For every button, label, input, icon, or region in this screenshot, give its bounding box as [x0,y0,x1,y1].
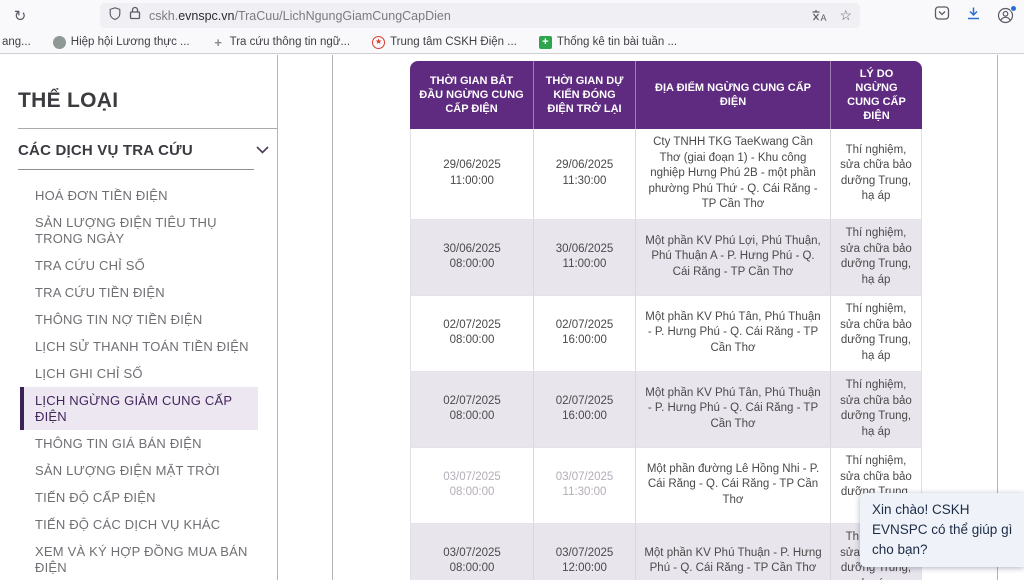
bookmark-item[interactable]: + Tra cứu thông tin ngữ... [212,36,350,49]
sidebar-item[interactable]: TRA CỨU CHỈ SỐ [35,252,258,279]
cell-start-time: 03/07/202508:00:00 [411,448,533,523]
green-plus-icon: + [539,36,552,49]
cell-end-time: 03/07/202512:00:00 [533,524,635,580]
sidebar-gap-column [278,55,333,580]
cell-location: Một phần KV Phú Tân, Phú Thuận - P. Hưng… [635,296,830,371]
url-text[interactable]: cskh.evnspc.vn/TraCuu/LichNgungGiamCungC… [149,9,803,23]
outage-schedule-table: THỜI GIAN BẮT ĐẦU NGỪNG CUNG CẤP ĐIỆN TH… [410,61,922,580]
table-row: 02/07/202508:00:00 02/07/202516:00:00 Mộ… [411,296,921,372]
bookmarks-bar: ang... Hiệp hội Lương thực ... + Tra cứu… [0,31,1024,53]
cell-end-time: 29/06/202511:30:00 [533,129,635,219]
bookmark-star-icon[interactable]: ☆ [839,7,852,24]
table-row: 30/06/202508:00:00 30/06/202511:00:00 Mộ… [411,220,921,296]
sidebar-item[interactable]: THÔNG TIN NỢ TIỀN ĐIỆN [35,306,258,333]
address-bar-row: ↻ cskh.evnspc.vn/TraCuu/LichNgungGiamCun… [0,0,1024,31]
sidebar-item[interactable]: TIẾN ĐỘ CÁC DỊCH VỤ KHÁC [35,511,258,538]
account-icon[interactable] [997,7,1014,24]
divider [18,169,254,170]
sidebar-item[interactable]: LỊCH GHI CHỈ SỐ [35,360,258,387]
cell-start-time: 02/07/202508:00:00 [411,372,533,447]
account-notification-dot [1010,5,1017,12]
table-header-reason: LÝ DO NGỪNG CUNG CẤP ĐIỆN [830,61,922,129]
sidebar-item[interactable]: HOÁ ĐƠN TIỀN ĐIỆN [35,182,258,209]
cell-location: Cty TNHH TKG TaeKwang Cần Thơ (giai đoạn… [635,129,830,219]
main-content: THỜI GIAN BẮT ĐẦU NGỪNG CUNG CẤP ĐIỆN TH… [333,55,1024,580]
translate-icon[interactable]: A [811,9,827,23]
sidebar-item[interactable]: TRA CỨU TIỀN ĐIỆN [35,279,258,306]
bookmark-item[interactable]: + Thống kê tin bài tuần ... [539,36,677,49]
table-header-start-time: THỜI GIAN BẮT ĐẦU NGỪNG CUNG CẤP ĐIỆN [410,61,533,129]
sidebar-item[interactable]: SẢN LƯỢNG ĐIỆN MẶT TRỜI [35,457,258,484]
svg-text:A: A [821,13,827,23]
cell-end-time: 03/07/202511:30:00 [533,448,635,523]
table-header-location: ĐỊA ĐIỂM NGỪNG CUNG CẤP ĐIỆN [635,61,830,129]
cell-start-time: 02/07/202508:00:00 [411,296,533,371]
bookmark-item[interactable]: ★ Trung tâm CSKH Điện ... [372,36,517,49]
table-row: 29/06/202511:00:00 29/06/202511:30:00 Ct… [411,129,921,220]
cell-end-time: 02/07/202516:00:00 [533,372,635,447]
cell-start-time: 30/06/202508:00:00 [411,220,533,295]
app-window: ↻ cskh.evnspc.vn/TraCuu/LichNgungGiamCun… [0,0,1024,580]
sidebar-item[interactable]: SẢN LƯỢNG ĐIỆN TIÊU THỤ TRONG NGÀY [35,209,258,252]
sidebar-section-toggle[interactable]: CÁC DỊCH VỤ TRA CỨU [18,129,277,159]
browser-chrome: ↻ cskh.evnspc.vn/TraCuu/LichNgungGiamCun… [0,0,1024,54]
evn-icon: ★ [372,36,385,49]
url-bar[interactable]: cskh.evnspc.vn/TraCuu/LichNgungGiamCungC… [100,3,860,28]
download-icon[interactable] [966,6,981,26]
cell-reason: Thí nghiệm, sửa chữa bảo dưỡng Trung, hạ… [830,129,921,219]
sidebar-item[interactable]: LỊCH SỬ THANH TOÁN TIỀN ĐIỆN [35,333,258,360]
sidebar-nav: HOÁ ĐƠN TIỀN ĐIỆNSẢN LƯỢNG ĐIỆN TIÊU THỤ… [18,182,258,580]
cell-reason: Thí nghiệm, sửa chữa bảo dưỡng Trung, hạ… [830,220,921,295]
cell-location: Một phần KV Phú Thuận - P. Hưng Phú - Q.… [635,524,830,580]
table-row: 03/07/202508:00:00 03/07/202511:30:00 Mộ… [411,448,921,524]
sidebar-item[interactable]: XEM VÀ KÝ HỢP ĐỒNG MUA BÁN ĐIỆN [35,538,258,580]
sidebar-title: THỂ LOẠI [18,89,277,113]
table-body: 29/06/202511:00:00 29/06/202511:30:00 Ct… [410,129,922,580]
cell-location: Một phần KV Phú Tân, Phú Thuận - P. Hưng… [635,372,830,447]
cell-start-time: 29/06/202511:00:00 [411,129,533,219]
table-header-row: THỜI GIAN BẮT ĐẦU NGỪNG CUNG CẤP ĐIỆN TH… [410,61,922,129]
cell-end-time: 30/06/202511:00:00 [533,220,635,295]
table-row: 03/07/202508:00:00 03/07/202512:00:00 Mộ… [411,524,921,580]
table-header-end-time: THỜI GIAN DỰ KIẾN ĐÓNG ĐIỆN TRỞ LẠI [533,61,635,129]
shield-icon[interactable] [108,6,122,26]
sidebar-item[interactable]: TIẾN ĐỘ CẤP ĐIỆN [35,484,258,511]
cell-location: Một phần đường Lê Hồng Nhi - P. Cái Răng… [635,448,830,523]
cell-reason: Thí nghiệm, sửa chữa bảo dưỡng Trung, hạ… [830,296,921,371]
table-row: 02/07/202508:00:00 02/07/202516:00:00 Mộ… [411,372,921,448]
chat-greeting-bubble[interactable]: Xin chào! CSKH EVNSPC có thể giúp gì cho… [860,493,1024,567]
sidebar-item[interactable]: THÔNG TIN GIÁ BÁN ĐIỆN [35,430,258,457]
reload-button[interactable]: ↻ [6,4,34,28]
globe-icon [53,36,66,49]
sidebar: THỂ LOẠI CÁC DỊCH VỤ TRA CỨU HOÁ ĐƠN TIỀ… [0,55,278,580]
bookmark-item[interactable]: ang... [2,36,31,48]
sidebar-item[interactable]: LỊCH NGỪNG GIẢM CUNG CẤP ĐIỆN [20,387,258,430]
lock-icon[interactable] [129,6,141,25]
page-body: THỂ LOẠI CÁC DỊCH VỤ TRA CỨU HOÁ ĐƠN TIỀ… [0,55,1024,580]
cell-location: Một phần KV Phú Lợi, Phú Thuận, Phú Thuậ… [635,220,830,295]
pocket-icon[interactable] [934,5,950,26]
plus-icon: + [212,36,225,49]
chevron-down-icon [256,141,269,159]
cell-reason: Thí nghiệm, sửa chữa bảo dưỡng Trung, hạ… [830,372,921,447]
cell-end-time: 02/07/202516:00:00 [533,296,635,371]
cell-start-time: 03/07/202508:00:00 [411,524,533,580]
sidebar-section-label: CÁC DỊCH VỤ TRA CỨU [18,142,193,159]
bookmark-item[interactable]: Hiệp hội Lương thực ... [53,36,190,49]
